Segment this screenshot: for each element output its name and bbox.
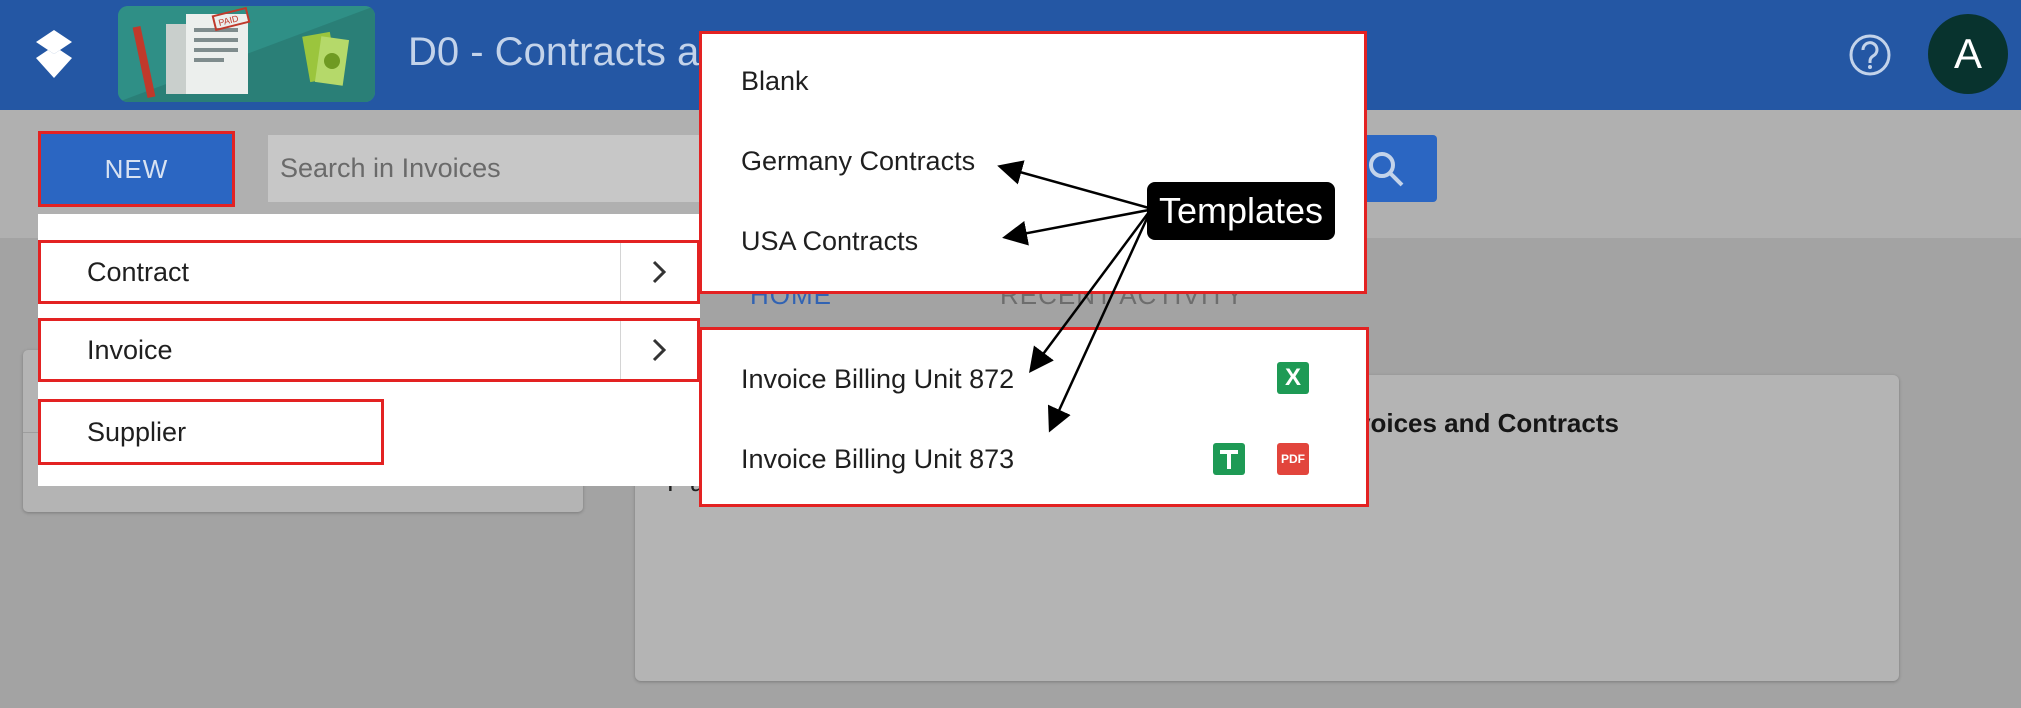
invoice-templates-menu — [699, 327, 1369, 507]
menu-item-label: Contract — [87, 256, 190, 287]
help-icon[interactable] — [1848, 33, 1892, 77]
template-invoice-872[interactable]: Invoice Billing Unit 872 — [741, 364, 1014, 395]
template-usa-contracts[interactable]: USA Contracts — [741, 226, 918, 257]
app-logo-icon[interactable] — [34, 28, 74, 80]
menu-item-contract[interactable]: Contract — [38, 240, 700, 304]
template-blank[interactable]: Blank — [741, 66, 809, 97]
chevron-right-icon — [652, 260, 666, 284]
template-invoice-873[interactable]: Invoice Billing Unit 873 — [741, 444, 1014, 475]
menu-item-label: Invoice — [87, 334, 173, 365]
user-avatar[interactable]: A — [1928, 14, 2008, 94]
new-button[interactable]: NEW — [38, 131, 235, 207]
menu-item-supplier[interactable]: Supplier — [38, 399, 384, 465]
chevron-right-icon — [652, 338, 666, 362]
app-banner-illustration: PAID — [118, 6, 375, 102]
excel-icon[interactable]: X — [1277, 362, 1309, 394]
app-title: D0 - Contracts a — [408, 30, 700, 74]
menu-item-label: Supplier — [87, 416, 187, 447]
welcome-card-title: voices and Contracts — [1356, 408, 1619, 438]
sheets-cross-icon — [1220, 450, 1238, 469]
menu-item-invoice[interactable]: Invoice — [38, 318, 700, 382]
submenu-arrow[interactable] — [620, 243, 696, 301]
sheets-icon[interactable] — [1213, 443, 1245, 475]
template-germany-contracts[interactable]: Germany Contracts — [741, 146, 975, 177]
submenu-arrow[interactable] — [620, 321, 696, 379]
templates-annotation-label: Templates — [1147, 182, 1335, 240]
pdf-icon[interactable]: PDF — [1277, 443, 1309, 475]
search-icon[interactable] — [1364, 147, 1408, 191]
